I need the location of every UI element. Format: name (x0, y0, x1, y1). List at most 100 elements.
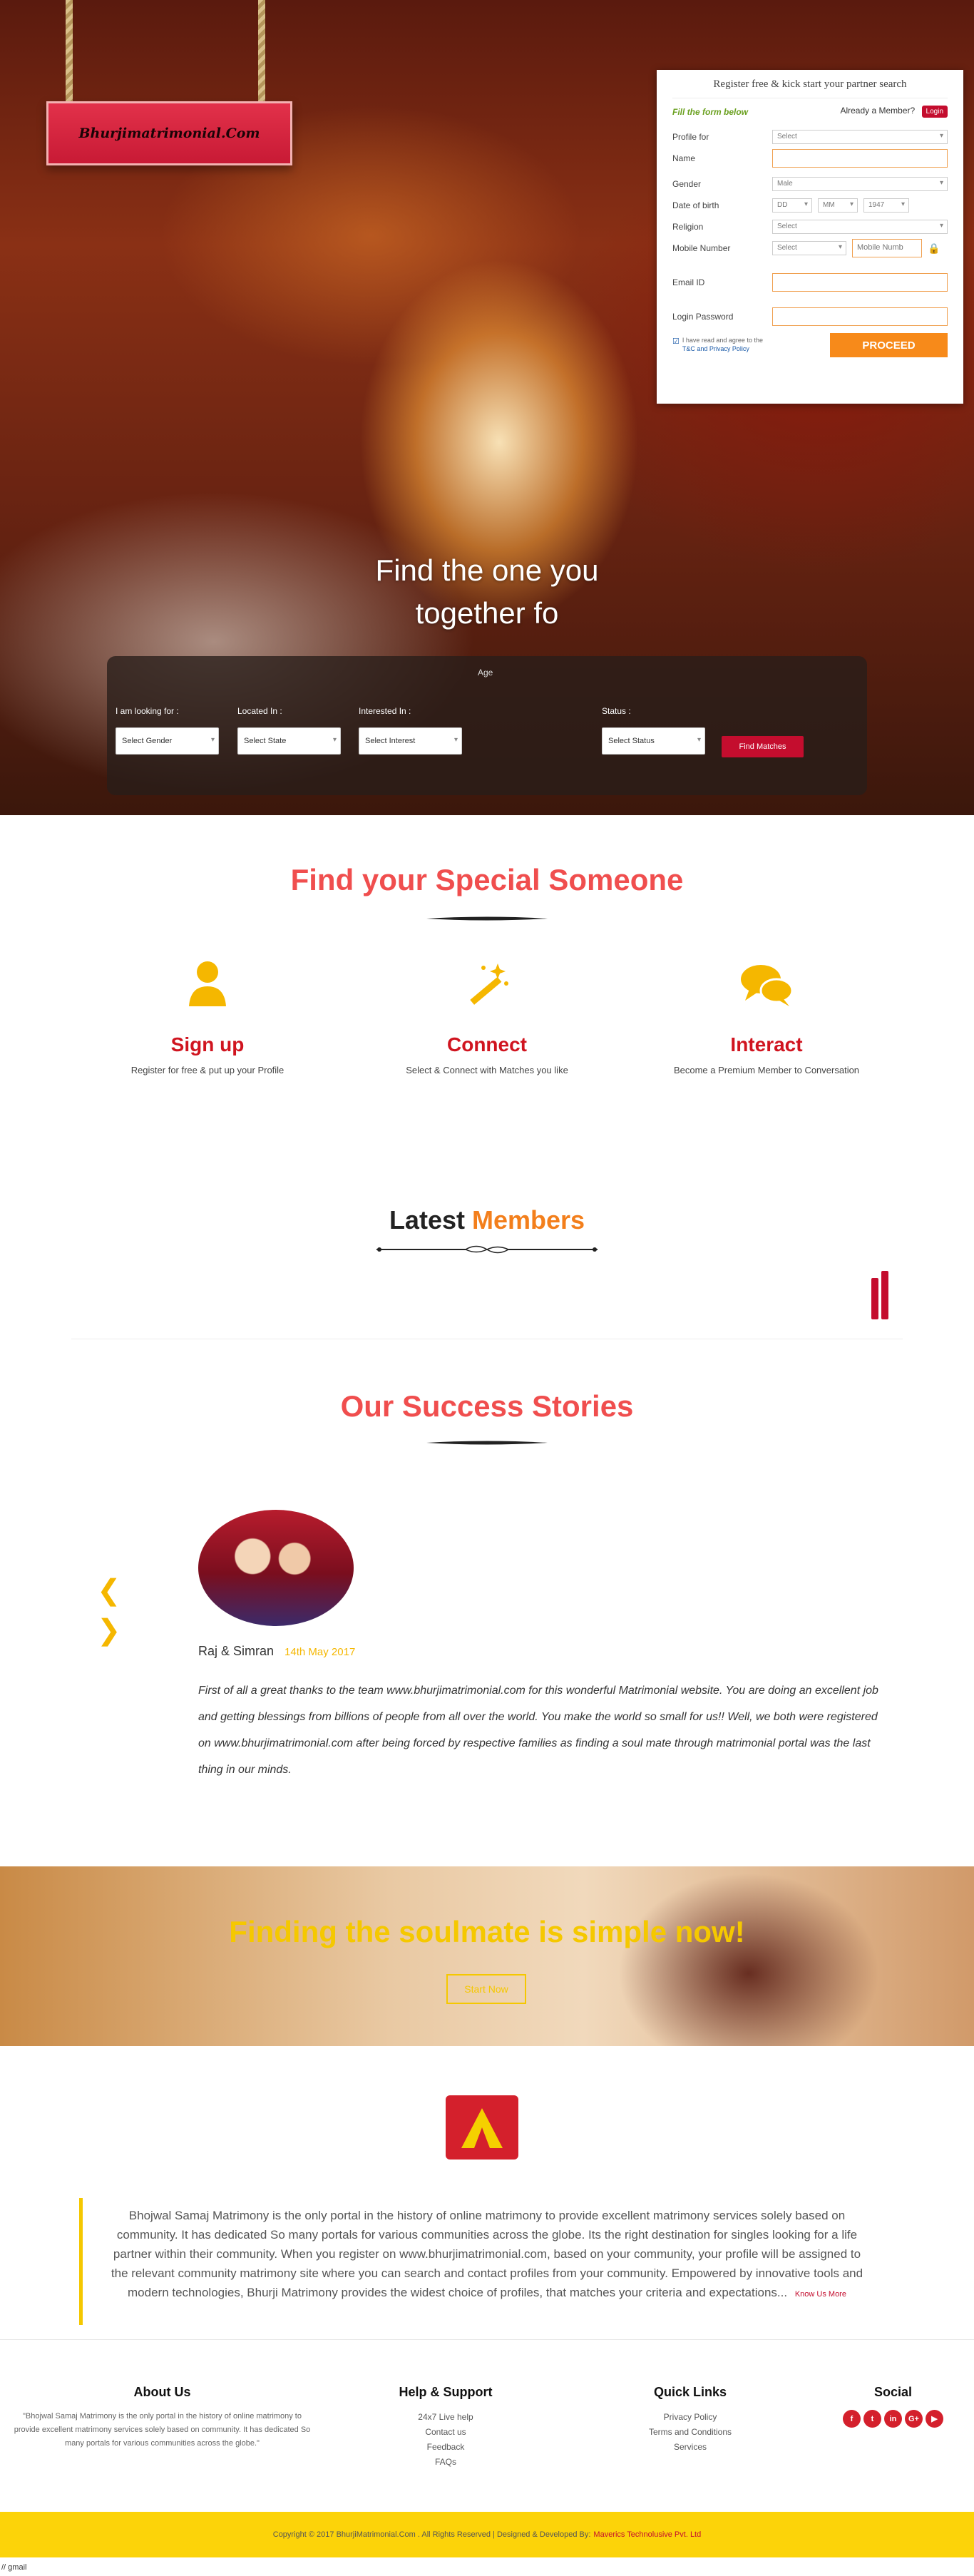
gender-row: Gender Male (672, 173, 948, 195)
twitter-icon[interactable]: t (863, 2410, 881, 2428)
profile-for-label: Profile for (672, 132, 709, 142)
magic-wand-icon (369, 959, 605, 1016)
dob-row: Date of birth DD MM 1947 (672, 195, 948, 216)
emblem-cutout (474, 2127, 490, 2148)
footer-link-live-help[interactable]: 24x7 Live help (374, 2410, 517, 2425)
about-paragraph: Bhojwal Samaj Matrimony is the only port… (111, 2209, 863, 2299)
gender-select-reg[interactable]: Male (772, 177, 948, 191)
chevron-left-icon[interactable]: ❮ (97, 1576, 121, 1605)
name-label: Name (672, 153, 696, 163)
facebook-icon[interactable]: f (843, 2410, 861, 2428)
looking-for-label: I am looking for : (116, 706, 179, 716)
user-icon (90, 959, 325, 1016)
chevron-right-icon[interactable]: ❯ (97, 1616, 121, 1645)
interested-in-label: Interested In : (359, 706, 411, 716)
footer-quick-links: Quick Links Privacy Policy Terms and Con… (619, 2385, 762, 2455)
feature-signup-title: Sign up (170, 1033, 245, 1056)
dob-year-select[interactable]: 1947 (863, 198, 909, 213)
quote-bar (79, 2198, 83, 2325)
footer-link-contact[interactable]: Contact us (374, 2425, 517, 2440)
registration-title: Register free & kick start your partner … (672, 78, 948, 98)
status-group: Status : Select Status (602, 706, 705, 755)
agree-text-line1: I have read and agree to the (682, 337, 763, 344)
stories-divider (426, 1441, 548, 1445)
stories-title: Our Success Stories (340, 1389, 634, 1423)
footer-about-text: "Bhojwal Samaj Matrimony is the only por… (14, 2412, 311, 2448)
rope-left (66, 0, 73, 107)
story-names: Raj & Simran (198, 1644, 275, 1658)
status-select[interactable]: Select Status (602, 727, 705, 755)
footer-social-title: Social (873, 2385, 913, 2399)
email-label: Email ID (672, 277, 705, 287)
dob-label: Date of birth (672, 200, 719, 210)
password-input[interactable] (772, 307, 948, 326)
carousel-bar-left[interactable] (871, 1278, 878, 1319)
feature-signup-text: Register for free & put up your Profile (130, 1065, 284, 1075)
age-label: Age (478, 668, 493, 678)
feature-connect-title: Connect (447, 1033, 527, 1056)
footer-social: Social f t in G+ ▶ (820, 2385, 966, 2428)
logo-text: Bhurjimatrimonial.Com (78, 126, 260, 141)
mobile-input[interactable]: Mobile Numb (852, 239, 922, 257)
match-search-bar: Age I am looking for : Select Gender Loc… (107, 656, 867, 795)
latest-title-a: Latest (389, 1205, 465, 1235)
profile-for-select[interactable]: Select (772, 130, 948, 144)
interested-in-group: Interested In : Select Interest (359, 706, 462, 755)
footer-link-privacy[interactable]: Privacy Policy (619, 2410, 762, 2425)
agree-checkbox[interactable]: ☑ (672, 337, 680, 346)
mobile-row: Mobile Number Select Mobile Numb 🔒 (672, 237, 948, 259)
dob-month-select[interactable]: MM (818, 198, 858, 213)
feature-connect: Connect Select & Connect with Matches yo… (369, 959, 605, 1075)
already-member: Already a Member? Login (840, 106, 948, 118)
footer-quick-title: Quick Links (653, 2385, 727, 2399)
special-title: Find your Special Someone (290, 863, 684, 896)
interest-select[interactable]: Select Interest (359, 727, 462, 755)
agree-text: I have read and agree to the T&C and Pri… (682, 337, 763, 353)
footer-link-faqs[interactable]: FAQs (374, 2455, 517, 2470)
story-couple: Raj & Simran 14th May 2017 (198, 1644, 355, 1659)
couple-photo (198, 1510, 354, 1626)
footer-link-feedback[interactable]: Feedback (374, 2440, 517, 2455)
site-logo[interactable]: Bhurjimatrimonial.Com (46, 101, 292, 165)
developer-link[interactable]: Maverics Technolusive Pvt. Ltd (593, 2530, 701, 2539)
footer-link-terms[interactable]: Terms and Conditions (619, 2425, 762, 2440)
gender-select[interactable]: Select Gender (116, 727, 219, 755)
proceed-button[interactable]: PROCEED (830, 333, 948, 357)
password-row: Login Password (672, 306, 948, 327)
state-select[interactable]: Select State (237, 727, 341, 755)
feature-interact: Interact Become a Premium Member to Conv… (649, 959, 884, 1075)
footer-link-services[interactable]: Services (619, 2440, 762, 2455)
hero-tagline-line2: together fo (415, 596, 559, 630)
find-matches-button[interactable]: Find Matches (722, 736, 804, 757)
registration-subheader: Fill the form below Already a Member? Lo… (672, 106, 948, 118)
name-input[interactable] (772, 149, 948, 168)
carousel-bar-right[interactable] (881, 1271, 888, 1319)
religion-row: Religion Select (672, 216, 948, 237)
linkedin-icon[interactable]: in (884, 2410, 902, 2428)
know-more-link[interactable]: Know Us More (795, 2290, 846, 2299)
story-text: First of all a great thanks to the team … (198, 1685, 878, 1776)
mobile-code-select[interactable]: Select (772, 241, 846, 255)
rope-right (258, 0, 265, 107)
login-button[interactable]: Login (921, 106, 948, 118)
google-plus-icon[interactable]: G+ (905, 2410, 923, 2428)
feature-signup: Sign up Register for free & put up your … (90, 959, 325, 1075)
located-in-group: Located In : Select State (237, 706, 341, 755)
footer-divider (0, 2339, 974, 2340)
looking-for-group: I am looking for : Select Gender (116, 706, 219, 755)
name-row: Name (672, 148, 948, 169)
footer-about-title: About Us (133, 2385, 191, 2399)
hero-tagline: Find the one you together fo (0, 549, 974, 635)
footer-help-title: Help & Support (399, 2385, 493, 2399)
terms-link[interactable]: T&C and Privacy Policy (682, 345, 749, 352)
dob-day-select[interactable]: DD (772, 198, 812, 213)
lock-icon: 🔒 (928, 242, 940, 254)
email-input[interactable] (772, 273, 948, 292)
located-in-label: Located In : (237, 706, 282, 716)
start-now-button[interactable]: Start Now (446, 1974, 526, 2004)
youtube-icon[interactable]: ▶ (926, 2410, 943, 2428)
latest-members-title: Latest Members (0, 1205, 974, 1235)
status-label: Status : (602, 706, 631, 716)
story-date: 14th May 2017 (284, 1646, 356, 1658)
religion-select[interactable]: Select (772, 220, 948, 234)
